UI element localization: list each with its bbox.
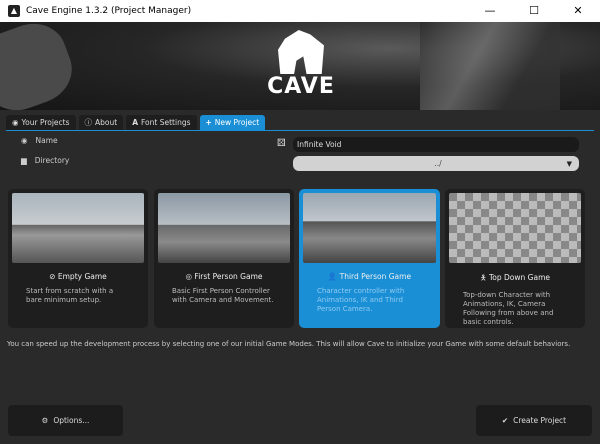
template-preview bbox=[12, 193, 144, 263]
directory-select[interactable]: ../ ▼ bbox=[293, 156, 579, 171]
template-title: Empty Game bbox=[57, 272, 107, 281]
tab-font-settings[interactable]: A Font Settings bbox=[126, 115, 197, 130]
tab-divider bbox=[6, 130, 594, 131]
dice-icon[interactable]: ⚄ bbox=[277, 138, 286, 149]
template-card-top-down[interactable]: 🯅 Top Down Game Top-down Character with … bbox=[445, 189, 585, 328]
chevron-down-icon: ▼ bbox=[566, 159, 572, 168]
create-label: Create Project bbox=[513, 416, 567, 425]
compass-icon: ◉ bbox=[21, 136, 28, 145]
window-title: Cave Engine 1.3.2 (Project Manager) bbox=[26, 6, 192, 16]
compass-icon: ◉ bbox=[12, 118, 19, 127]
options-button[interactable]: ⚙ Options... bbox=[8, 405, 123, 436]
tab-label: Your Projects bbox=[21, 118, 70, 127]
template-card-third-person[interactable]: 👤 Third Person Game Character controller… bbox=[299, 189, 440, 328]
template-preview bbox=[158, 193, 290, 263]
template-title: First Person Game bbox=[194, 272, 263, 281]
cave-logo: CAVE bbox=[266, 30, 336, 100]
template-description: Character controller with Animations, IK… bbox=[317, 287, 405, 313]
banner-texture bbox=[420, 22, 560, 110]
close-button[interactable]: ✕ bbox=[556, 0, 600, 22]
banner: CAVE bbox=[0, 22, 600, 110]
font-icon: A bbox=[132, 118, 139, 127]
name-input[interactable]: Infinite Void bbox=[293, 137, 579, 152]
name-row: ◉ Name bbox=[21, 136, 58, 145]
tab-your-projects[interactable]: ◉ Your Projects bbox=[6, 115, 76, 130]
ban-icon: ⊘ bbox=[49, 272, 56, 281]
name-value: Infinite Void bbox=[297, 140, 342, 149]
tab-label: Font Settings bbox=[141, 118, 191, 127]
tab-label: About bbox=[95, 118, 118, 127]
gear-icon: ⚙ bbox=[41, 416, 49, 425]
maximize-button[interactable]: ☐ bbox=[512, 0, 556, 22]
options-label: Options... bbox=[53, 416, 90, 425]
tab-bar: ◉ Your Projects ⓘ About A Font Settings + Ne… bbox=[6, 115, 266, 130]
person-icon: 🯅 bbox=[479, 273, 487, 282]
directory-row: ▆ Directory bbox=[21, 156, 69, 165]
template-card-empty-game[interactable]: ⊘ Empty Game Start from scratch with a b… bbox=[8, 189, 148, 328]
folder-icon: ▆ bbox=[21, 156, 27, 165]
eye-icon: ◎ bbox=[185, 272, 193, 281]
title-bar: ▲ Cave Engine 1.3.2 (Project Manager) — … bbox=[0, 0, 600, 22]
plus-icon: + bbox=[205, 118, 212, 127]
check-icon: ✔ bbox=[501, 416, 509, 425]
info-icon: ⓘ bbox=[84, 118, 93, 127]
app-icon: ▲ bbox=[8, 5, 20, 17]
create-project-button[interactable]: ✔ Create Project bbox=[476, 405, 592, 436]
template-description: Basic First Person Controller with Camer… bbox=[172, 287, 274, 304]
template-preview bbox=[449, 193, 581, 263]
cave-logo-mark bbox=[278, 30, 324, 74]
banner-rock bbox=[0, 22, 81, 110]
logo-text: CAVE bbox=[267, 74, 335, 99]
template-card-first-person[interactable]: ◎ First Person Game Basic First Person C… bbox=[154, 189, 294, 328]
name-label: Name bbox=[35, 136, 58, 145]
user-icon: 👤 bbox=[327, 272, 338, 281]
tab-about[interactable]: ⓘ About bbox=[78, 115, 124, 130]
directory-label: Directory bbox=[34, 156, 70, 165]
template-title: Third Person Game bbox=[339, 272, 412, 281]
template-description: Start from scratch with a bare minimum s… bbox=[26, 287, 114, 304]
directory-value: ../ bbox=[434, 159, 442, 168]
minimize-button[interactable]: — bbox=[468, 0, 512, 22]
tab-label: New Project bbox=[214, 118, 260, 127]
template-title: Top Down Game bbox=[488, 273, 550, 282]
hint-text: You can speed up the development process… bbox=[7, 340, 571, 348]
template-preview bbox=[303, 193, 436, 263]
template-description: Top-down Character with Animations, IK, … bbox=[463, 291, 554, 326]
tab-new-project[interactable]: + New Project bbox=[199, 115, 266, 130]
